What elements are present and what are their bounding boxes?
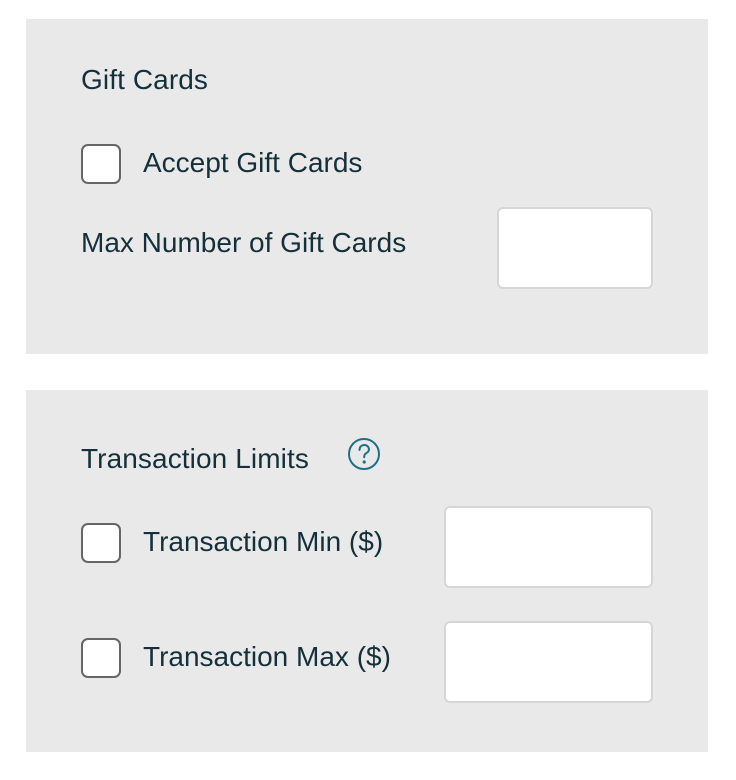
accept-gift-cards-label[interactable]: Accept Gift Cards [143,146,362,180]
transaction-limits-title: Transaction Limits [81,443,309,474]
transaction-max-label[interactable]: Transaction Max ($) [143,640,391,674]
max-gift-cards-input[interactable] [497,207,653,289]
transaction-max-input[interactable] [444,621,653,703]
transaction-max-checkbox[interactable] [81,638,121,678]
max-gift-cards-label: Max Number of Gift Cards [81,227,407,258]
accept-gift-cards-checkbox[interactable] [81,144,121,184]
transaction-limits-panel: Transaction Limits Transaction Min ($) T… [26,390,708,752]
transaction-min-label[interactable]: Transaction Min ($) [143,525,383,559]
transaction-min-input[interactable] [444,506,653,588]
question-circle-icon[interactable] [347,437,381,471]
gift-cards-title: Gift Cards [81,64,209,95]
transaction-min-checkbox[interactable] [81,523,121,563]
gift-cards-panel: Gift Cards Accept Gift Cards Max Number … [26,19,708,354]
